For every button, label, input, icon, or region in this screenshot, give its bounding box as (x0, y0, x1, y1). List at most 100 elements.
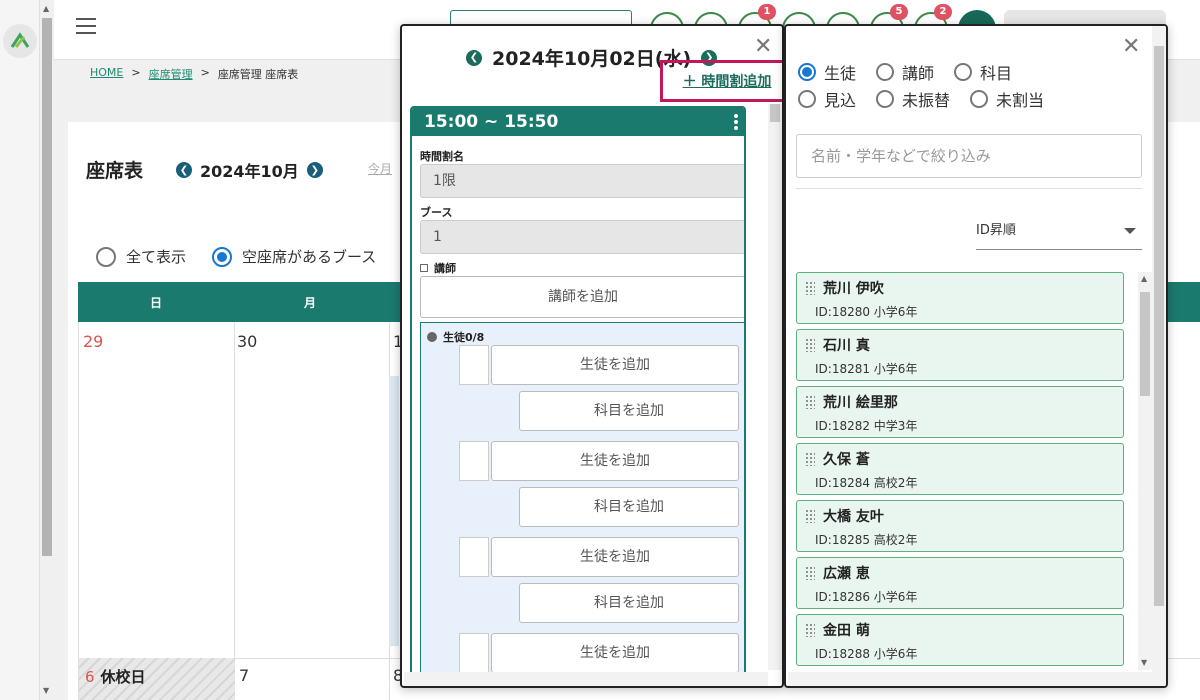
app-logo-icon[interactable] (3, 24, 37, 58)
student-list-scrollbar[interactable]: ▲ ▼ (1138, 272, 1152, 670)
student-card[interactable]: 金田 萌 ID:18288 小学6年 (796, 614, 1124, 666)
student-name: 石川 真 (823, 338, 870, 354)
drag-handle-icon[interactable] (805, 509, 815, 523)
add-teacher-button[interactable]: 講師を追加 (420, 276, 744, 318)
add-student-button[interactable]: 生徒を追加 (491, 441, 739, 481)
timeslot-name-field[interactable]: 1限 (420, 164, 744, 198)
menu-icon[interactable] (76, 18, 96, 34)
prev-month-icon[interactable]: ❮ (176, 162, 192, 178)
add-student-button[interactable]: 生徒を追加 (491, 633, 739, 673)
drag-handle-icon[interactable] (805, 395, 815, 409)
prev-day-icon[interactable]: ❮ (466, 49, 482, 66)
student-card[interactable]: 大橋 友叶 ID:18285 高校2年 (796, 500, 1124, 552)
breadcrumb-current: 座席管理 座席表 (217, 68, 299, 81)
more-options-icon[interactable] (734, 114, 738, 130)
notification-badge: 2 (934, 4, 952, 20)
add-timeslot-button[interactable]: ＋ 時間割追加 (660, 60, 782, 102)
add-subject-button[interactable]: 科目を追加 (519, 487, 739, 527)
timetable-scrollbar[interactable] (768, 104, 782, 670)
empty-booth-radio[interactable] (212, 246, 233, 267)
page-scrollbar[interactable]: ▲ ▼ (40, 0, 54, 700)
panel-hscrollbar[interactable] (788, 672, 1152, 686)
unrescheduled-radio-label: 未振替 (902, 90, 951, 110)
student-name: 金田 萌 (823, 623, 870, 639)
student-name: 大橋 友叶 (823, 509, 884, 525)
drag-handle-icon[interactable] (805, 452, 815, 466)
student-name: 広瀬 恵 (823, 566, 870, 582)
timeslot-card: 15:00 ~ 15:50 時間割名 1限 ブース 1 講師 講師を追加 生徒0… (410, 106, 746, 686)
date-cell[interactable]: 7 (239, 666, 249, 685)
app-strip (0, 0, 40, 700)
unrescheduled-radio[interactable] (876, 89, 895, 108)
month-navigator: ❮ 2024年10月 ❯ (176, 158, 323, 182)
timeslot-name-label: 時間割名 (420, 150, 464, 163)
weekday-mon: 月 (304, 296, 317, 310)
add-subject-button[interactable]: 科目を追加 (519, 391, 739, 431)
timetable-hscrollbar[interactable] (404, 672, 768, 686)
add-subject-button[interactable]: 科目を追加 (519, 583, 739, 623)
student-card[interactable]: 荒川 絵里那 ID:18282 中学3年 (796, 386, 1124, 438)
divider (796, 188, 1142, 189)
seat-checkbox[interactable] (459, 345, 489, 385)
add-student-button[interactable]: 生徒を追加 (491, 537, 739, 577)
student-meta: ID:18282 中学3年 (815, 419, 918, 433)
this-month-link[interactable]: 今月 (368, 160, 392, 177)
weekday-sun: 日 (150, 296, 163, 310)
page-title: 座席表 (86, 160, 144, 182)
teacher-radio[interactable] (876, 62, 895, 81)
seat-checkbox[interactable] (459, 537, 489, 577)
seat-checkbox[interactable] (459, 633, 489, 673)
breadcrumb-home-link[interactable]: HOME (90, 66, 123, 82)
date-cell[interactable]: 29 (83, 332, 103, 351)
breadcrumb-parent-link[interactable]: 座席管理 (149, 66, 193, 82)
scroll-down-arrow-icon[interactable]: ▼ (1141, 658, 1147, 667)
add-student-button[interactable]: 生徒を追加 (491, 345, 739, 385)
student-meta: ID:18288 小学6年 (815, 647, 918, 661)
holiday-label: 6 休校日 (85, 668, 146, 686)
drag-handle-icon[interactable] (805, 338, 815, 352)
scroll-up-arrow-icon[interactable]: ▲ (43, 4, 49, 13)
breadcrumb-separator: > (131, 66, 141, 79)
student-seat-box: 生徒0/8 生徒を追加 科目を追加 生徒を追加 科目を追加 生徒を追加 科目を追… (420, 322, 744, 684)
student-meta: ID:18284 高校2年 (815, 476, 918, 490)
student-name: 荒川 伊吹 (823, 281, 884, 297)
student-name: 荒川 絵里那 (823, 395, 898, 411)
subject-radio-label: 科目 (980, 63, 1013, 83)
scroll-up-arrow-icon[interactable]: ▲ (1141, 274, 1147, 283)
teacher-radio-label: 講師 (902, 63, 935, 83)
student-count-label: 生徒0/8 (427, 329, 484, 345)
show-all-label: 全て表示 (126, 248, 187, 266)
sort-select[interactable]: ID昇順 (976, 216, 1142, 250)
search-input[interactable]: 名前・学年などで絞り込み (796, 134, 1142, 178)
next-month-icon[interactable]: ❯ (306, 162, 323, 178)
teacher-label: 講師 (420, 260, 456, 276)
student-meta: ID:18286 小学6年 (815, 590, 918, 604)
close-icon[interactable]: ✕ (754, 36, 772, 58)
drag-handle-icon[interactable] (805, 623, 815, 637)
show-all-radio[interactable] (96, 246, 116, 267)
student-meta: ID:18281 小学6年 (815, 362, 918, 376)
teacher-icon (420, 264, 428, 272)
close-icon[interactable]: ✕ (1122, 36, 1140, 58)
student-radio[interactable] (798, 62, 816, 81)
student-card[interactable]: 荒川 伊吹 ID:18280 小学6年 (796, 272, 1124, 324)
subject-radio[interactable] (954, 62, 973, 81)
student-card[interactable]: 広瀬 恵 ID:18286 小学6年 (796, 557, 1124, 609)
unassigned-radio[interactable] (970, 89, 989, 108)
prospect-radio[interactable] (798, 89, 816, 108)
breadcrumb-separator: > (200, 66, 210, 79)
student-card[interactable]: 石川 真 ID:18281 小学6年 (796, 329, 1124, 381)
scroll-down-arrow-icon[interactable]: ▼ (43, 686, 49, 695)
drag-handle-icon[interactable] (805, 566, 815, 580)
prospect-radio-label: 見込 (824, 90, 857, 110)
booth-field[interactable]: 1 (420, 220, 744, 254)
date-cell[interactable]: 30 (237, 332, 257, 351)
seat-checkbox[interactable] (459, 441, 489, 481)
chevron-down-icon (1124, 228, 1136, 234)
panel-scrollbar[interactable] (1152, 26, 1166, 686)
student-card[interactable]: 久保 蒼 ID:18284 高校2年 (796, 443, 1124, 495)
drag-handle-icon[interactable] (805, 281, 815, 295)
empty-booth-label: 空座席があるブース (242, 248, 377, 266)
list-type-filter: 生徒 講師 科目 見込 未振替 未割当 (798, 58, 1138, 112)
sort-value: ID昇順 (976, 223, 1016, 238)
